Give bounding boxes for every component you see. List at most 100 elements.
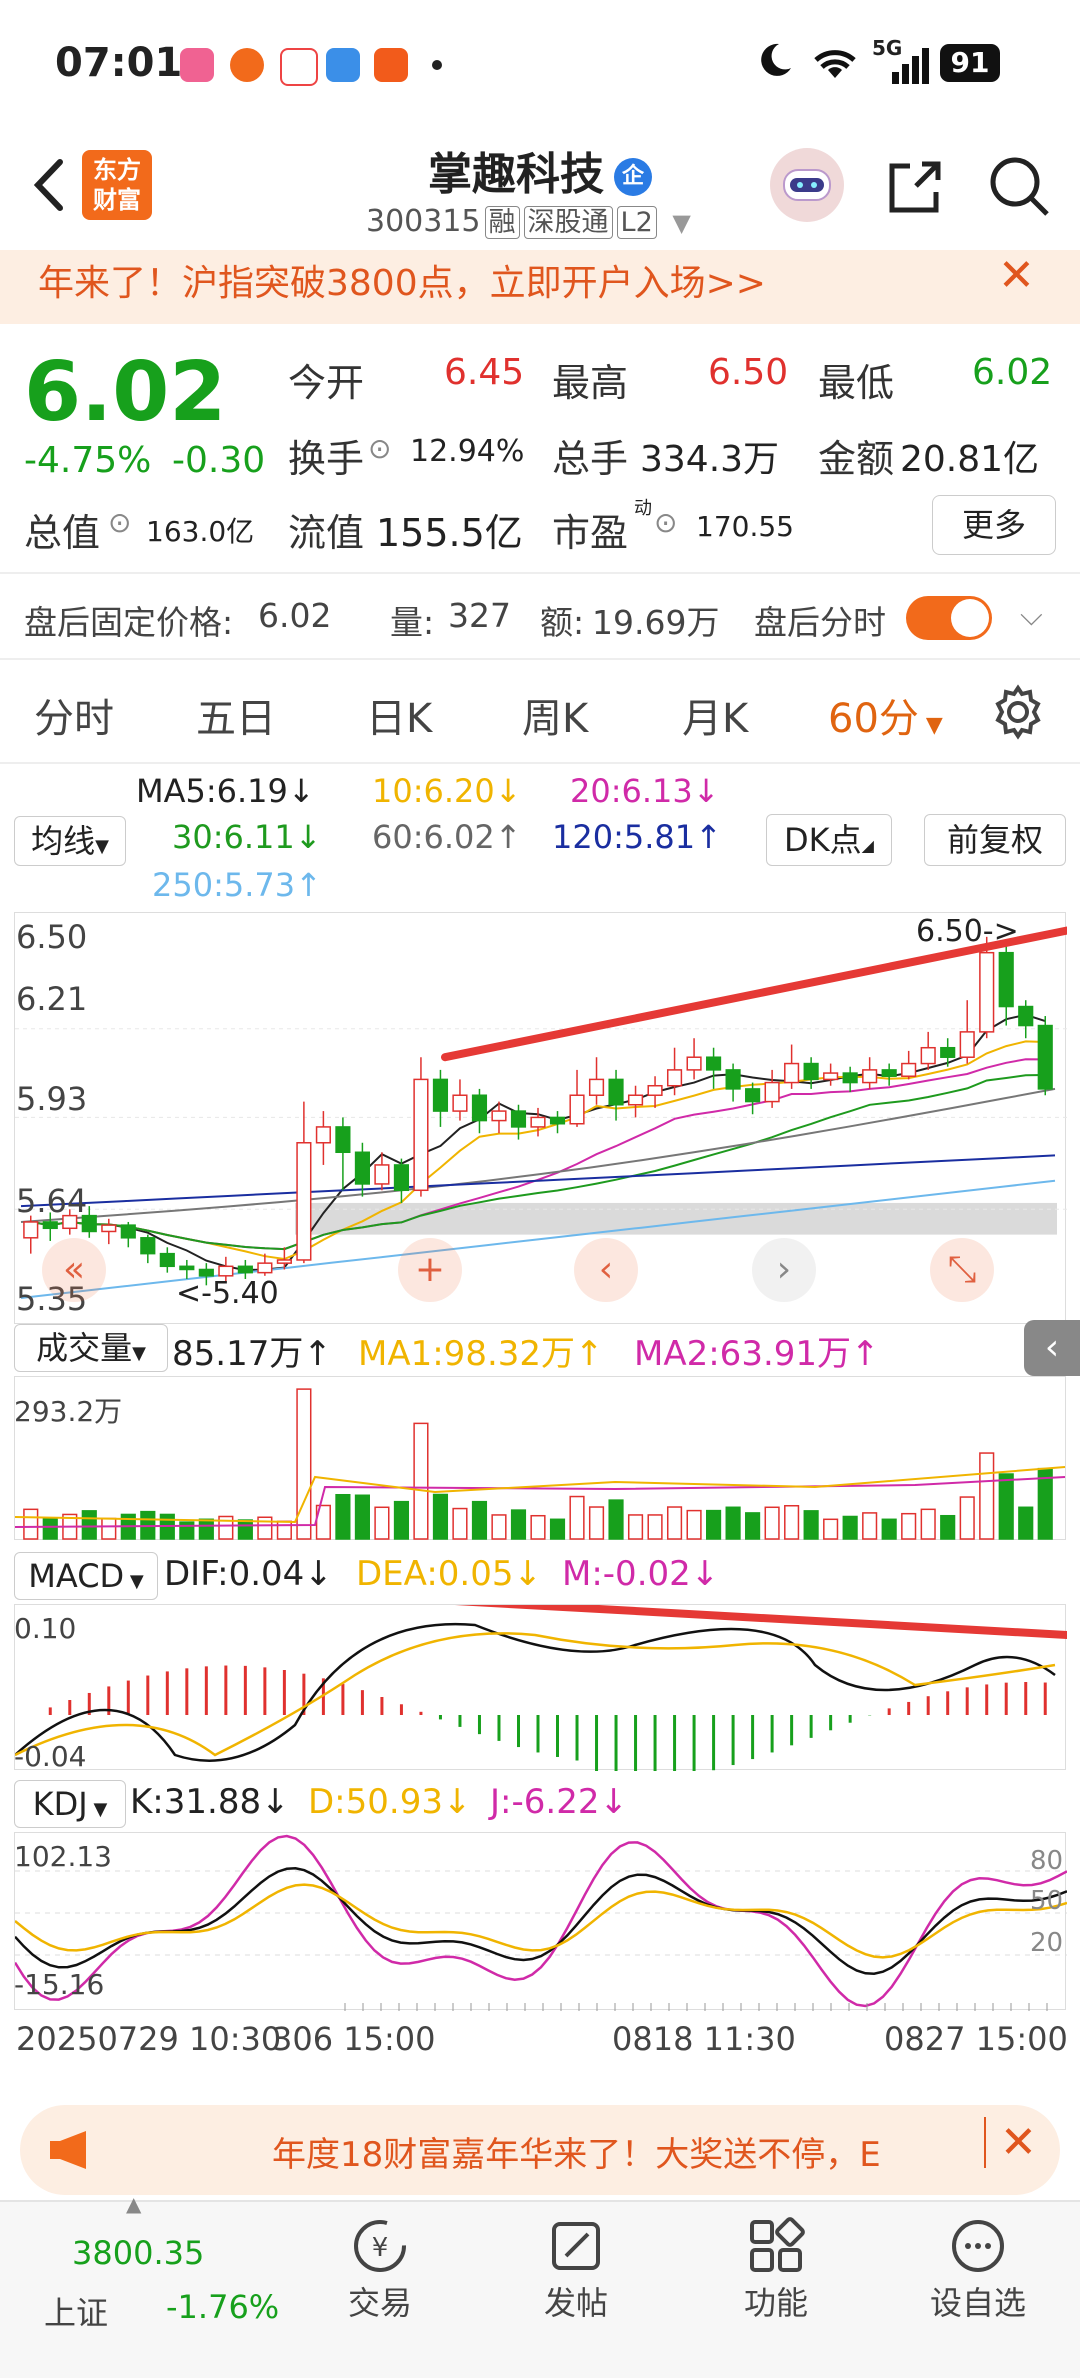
tab-five-day[interactable]: 五日 [196,686,276,744]
svg-text:¥: ¥ [372,2233,389,2263]
open-value: 6.45 [444,352,525,393]
index-value[interactable]: 3800.35 [72,2234,204,2272]
nav-functions[interactable]: 功能 [716,2214,836,2324]
post-timeline-toggle[interactable] [906,596,992,640]
index-change[interactable]: -1.76% [166,2288,279,2326]
info-icon[interactable]: ⊙ [654,506,677,539]
y-label-3: 5.93 [16,1080,88,1118]
nav-trade[interactable]: ¥ 交易 [320,2214,440,2324]
indicator-selector-macd[interactable]: MACD ▼ [14,1552,158,1600]
candle-body [569,1094,585,1125]
search-icon[interactable] [985,150,1055,220]
y-label-2: 6.21 [16,980,88,1018]
macd-m: M:-0.02↓ [562,1554,720,1594]
turnover-value: 12.94% [410,434,525,469]
volume-bar [23,1508,39,1540]
volume-bar [393,1500,410,1540]
kline-chart[interactable] [14,912,1071,1324]
tab-monthly-k[interactable]: 月K [682,686,748,744]
close-icon[interactable]: ✕ [984,2117,1037,2168]
candle-body [764,1081,780,1103]
candle-body [530,1116,546,1128]
stock-subtitle[interactable]: 300315 融深股通 L2 ▼ [366,200,691,239]
settings-gear-icon[interactable] [990,684,1046,740]
chevron-down-icon[interactable]: ⌵ [1020,598,1043,633]
post-vol-value: 327 [448,596,511,635]
chevron-right-icon[interactable]: › [752,1238,816,1302]
high-value: 6.50 [708,352,789,393]
more-button[interactable]: 更多 [932,495,1056,555]
candle-body [588,1078,605,1096]
grid-icon [744,2214,808,2278]
more-dots-icon [946,2214,1010,2278]
volume-bar [471,1500,488,1540]
tab-60min[interactable]: 60分 ▼ [828,686,943,744]
assistant-robot-icon[interactable] [770,148,844,222]
ma120-label: 120:5.81↑ [552,818,722,856]
candle-body [1037,1024,1053,1090]
tab-weekly-k[interactable]: 周K [522,686,588,744]
candle-body [413,1078,429,1192]
macd-dif: DIF:0.04↓ [164,1554,333,1594]
turnover-label: 换手 [288,437,365,481]
candle-body [862,1069,878,1084]
volume-bar [686,1509,702,1540]
close-icon[interactable]: ✕ [998,250,1035,301]
candle-body [452,1094,468,1112]
candle-body [647,1084,663,1096]
ma30-label: 30:6.11↓ [172,818,322,856]
nav-post-label: 发帖 [543,2284,608,2322]
indicator-selector-volume[interactable]: 成交量▼ [14,1324,168,1372]
ma-selector[interactable]: 均线▼ [14,816,126,866]
volume-bar [179,1521,195,1540]
status-bar: 07:01 5G 91 [0,0,1080,130]
collapse-panel-icon[interactable]: ‹ [1024,1320,1080,1376]
kdj-selector-label: KDJ [32,1785,88,1823]
tag-margin: 融 [484,206,520,239]
macd-dea: DEA:0.05↓ [356,1554,542,1594]
volume-label: 总手 [552,437,629,481]
info-icon[interactable]: ⊙ [108,506,131,539]
macd-dif-line [14,1622,1056,1762]
volume-bar [588,1506,605,1540]
info-icon[interactable]: ⊙ [368,432,391,465]
edit-icon [544,2214,608,2278]
candle-body [218,1265,234,1277]
chevron-down-icon: ▼ [918,713,943,738]
chevron-down-icon: ▼ [132,1343,146,1364]
bottom-nav: ▲ 3800.35 上证 -1.76% ¥ 交易 发帖 功能 设自选 [0,2192,1080,2378]
volume-bar [432,1493,449,1540]
candle-body [627,1094,644,1106]
nav-add-watchlist[interactable]: 设自选 [918,2214,1038,2324]
corner-icon: ◢ [861,836,874,855]
nav-trade-label: 交易 [347,2284,412,2322]
zoom-in-icon[interactable]: + [398,1238,462,1302]
activity-banner[interactable]: 年度18财富嘉年华来了！大奖送不停，E ✕ [20,2105,1060,2195]
post-amt-label: 额: [540,603,585,642]
candle-body [1018,1005,1034,1027]
tab-intraday[interactable]: 分时 [34,686,114,744]
dk-point-button[interactable]: DK点◢ [766,814,892,866]
candle-body [940,1046,956,1058]
volume-bar [940,1514,956,1540]
float-cap-value: 155.5亿 [376,511,523,555]
volume-ma1: MA1:98.32万↑ [358,1334,604,1374]
post-timeline-label: 盘后分时 [754,603,886,642]
tab-daily-k[interactable]: 日K [366,686,432,744]
volume-selector-label: 成交量 [36,1329,133,1367]
candle-body [23,1221,39,1239]
indicator-selector-kdj[interactable]: KDJ ▼ [14,1780,126,1828]
candle-body [920,1046,936,1065]
chevron-left-icon[interactable]: ‹ [574,1238,638,1302]
scroll-left-double-icon[interactable]: « [42,1238,106,1302]
share-icon[interactable] [880,152,950,222]
index-name[interactable]: 上证 [44,2288,108,2334]
fullscreen-icon[interactable]: ⤡ [930,1238,994,1302]
volume-bar [823,1518,839,1540]
nav-post[interactable]: 发帖 [516,2214,636,2324]
volume-bar [725,1506,741,1540]
low-marker: <-5.40 [176,1276,279,1311]
x-label-1: 20250729 10:30 [16,2020,282,2058]
adjust-button[interactable]: 前复权 [924,814,1066,866]
promo-banner[interactable]: 年来了！沪指突破3800点，立即开户入场>> ✕ [0,250,1080,324]
